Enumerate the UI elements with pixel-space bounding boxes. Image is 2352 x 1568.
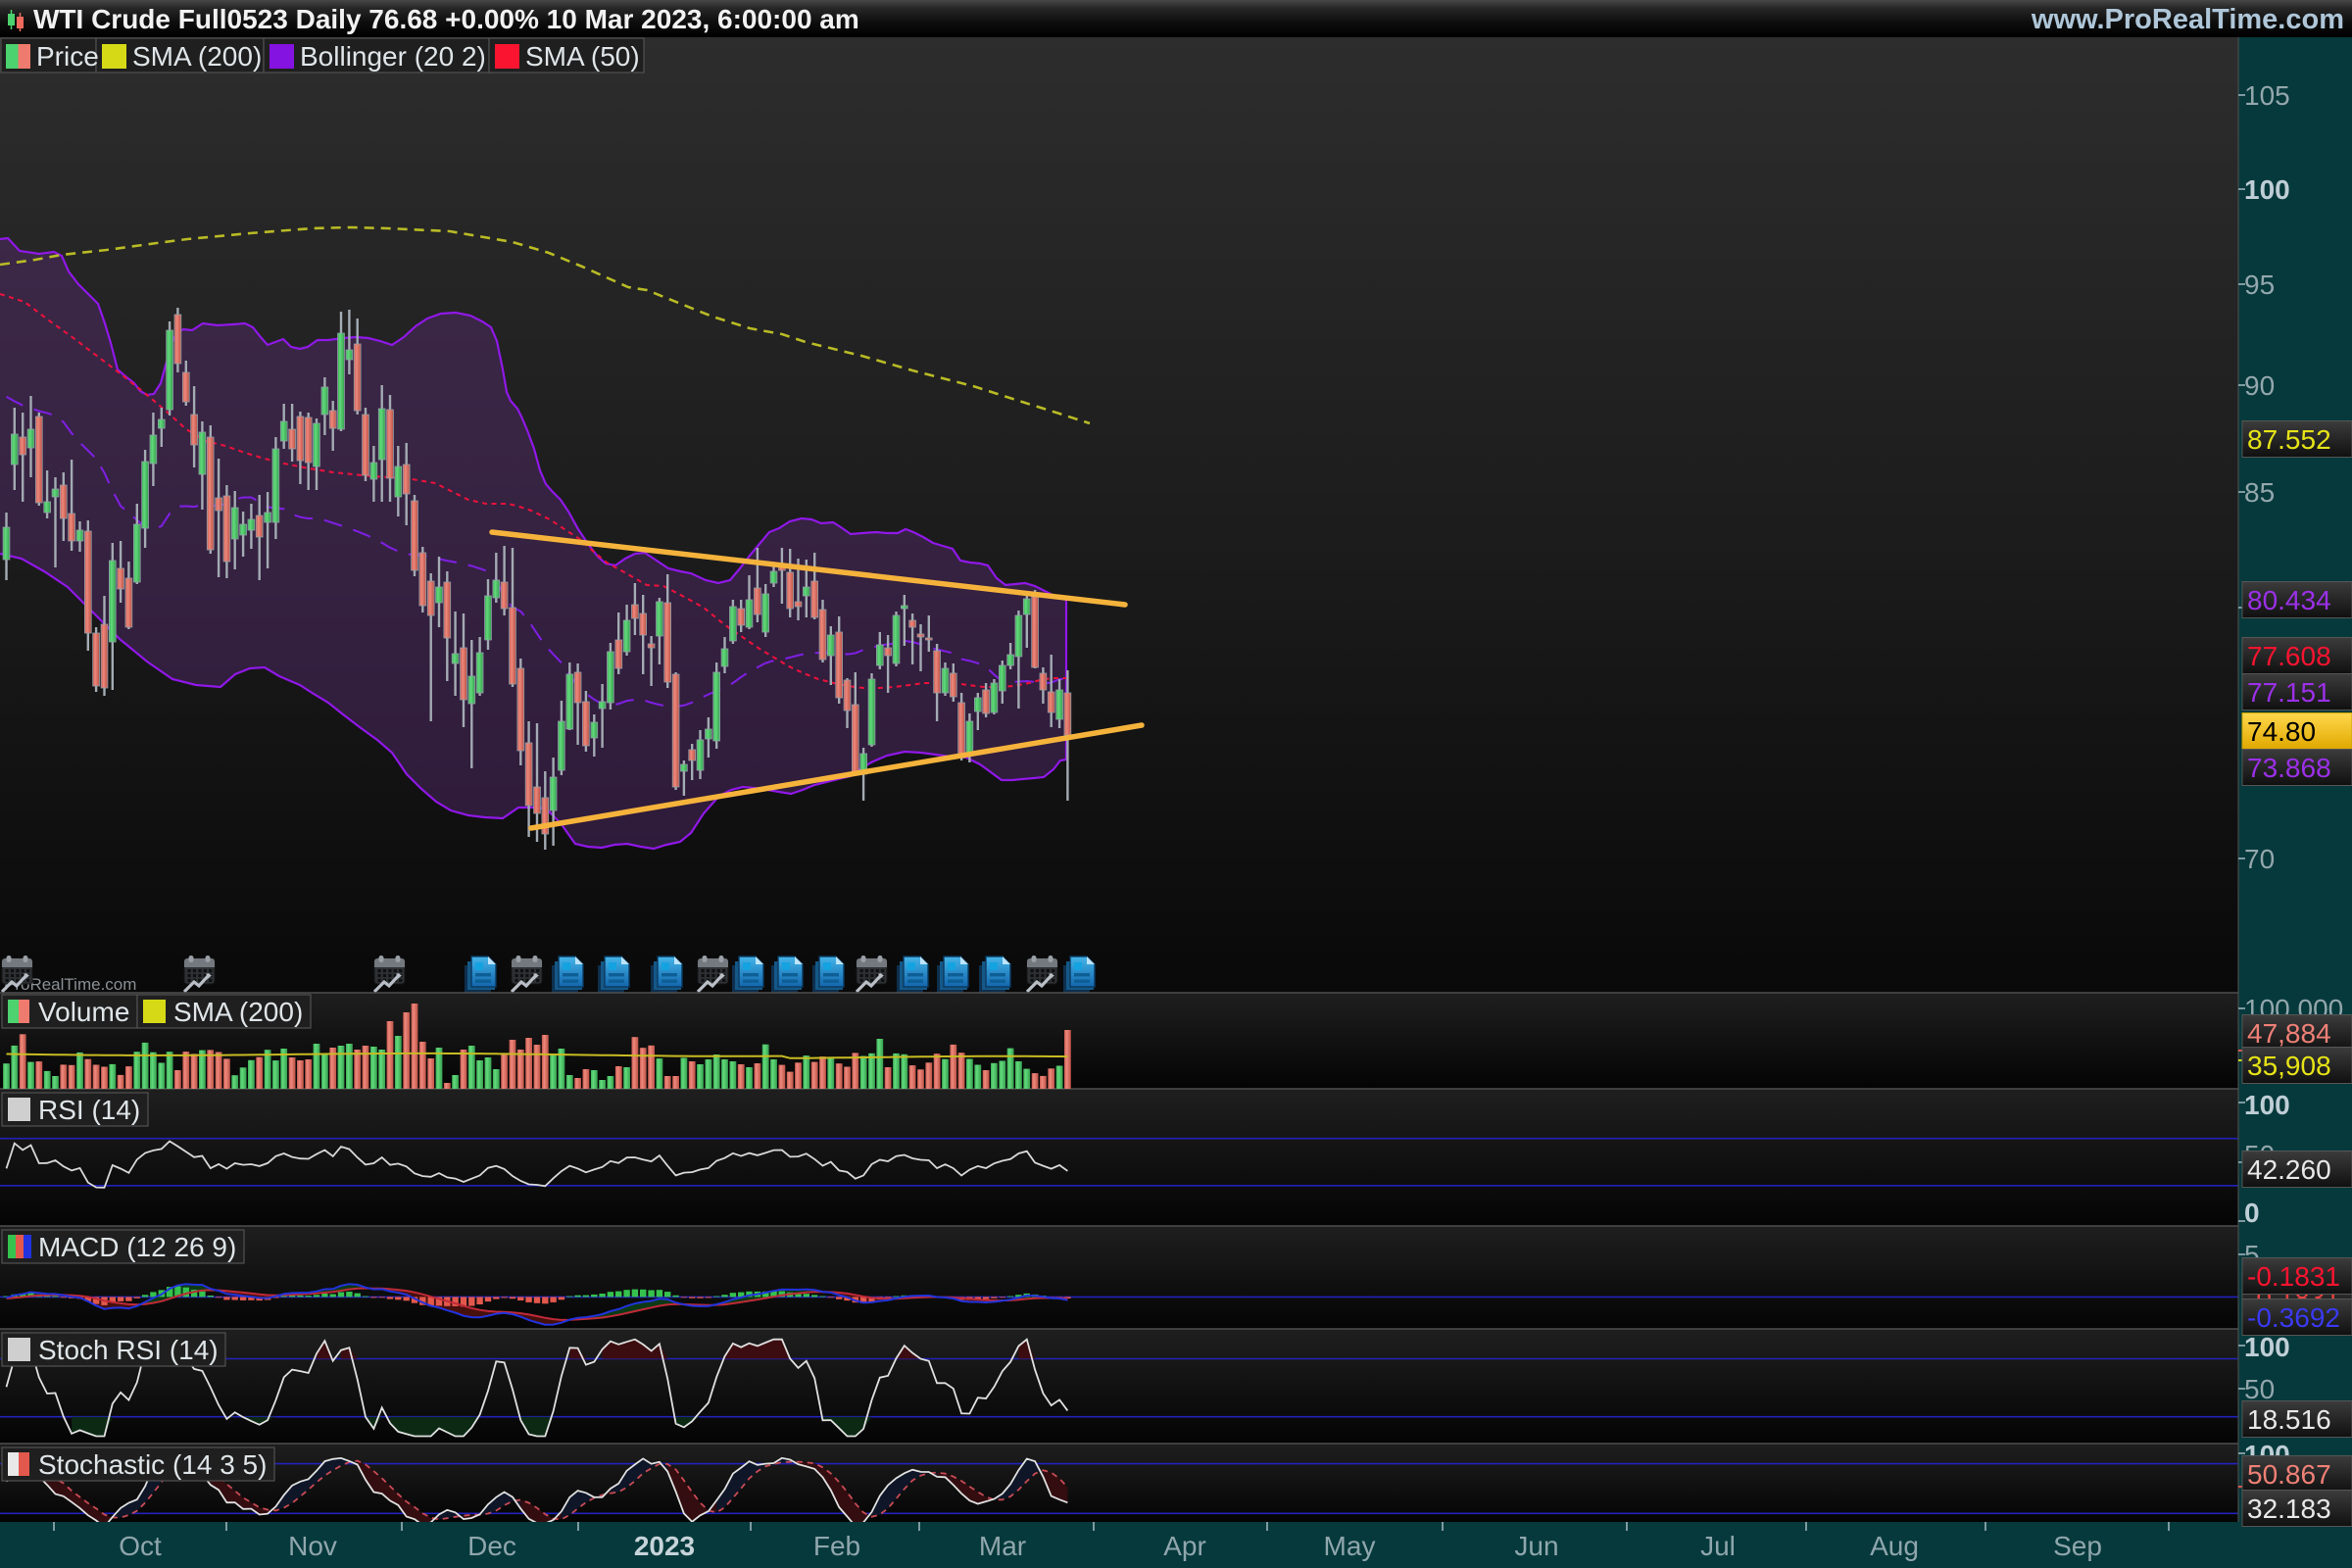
svg-text:105: 105 bbox=[2244, 80, 2290, 111]
svg-text:RSI (14): RSI (14) bbox=[38, 1095, 140, 1125]
svg-text:18.516: 18.516 bbox=[2247, 1404, 2331, 1435]
svg-text:Sep: Sep bbox=[2053, 1531, 2102, 1561]
svg-text:Nov: Nov bbox=[288, 1531, 337, 1561]
svg-text:80.434: 80.434 bbox=[2247, 585, 2331, 615]
svg-text:73.868: 73.868 bbox=[2247, 753, 2331, 783]
svg-text:100: 100 bbox=[2244, 1090, 2290, 1120]
svg-text:-0.1831: -0.1831 bbox=[2247, 1261, 2340, 1292]
svg-text:77.151: 77.151 bbox=[2247, 677, 2331, 708]
svg-text:Stochastic (14 3 5): Stochastic (14 3 5) bbox=[38, 1449, 267, 1480]
svg-text:MACD (12 26 9): MACD (12 26 9) bbox=[38, 1232, 236, 1262]
svg-text:WTI Crude Full0523 Daily 76.68: WTI Crude Full0523 Daily 76.68 +0.00% 10… bbox=[33, 4, 859, 34]
svg-text:Aug: Aug bbox=[1870, 1531, 1919, 1561]
svg-text:35,908: 35,908 bbox=[2247, 1051, 2331, 1081]
svg-text:Jul: Jul bbox=[1700, 1531, 1736, 1561]
svg-text:www.ProRealTime.com: www.ProRealTime.com bbox=[2031, 4, 2344, 35]
svg-text:95: 95 bbox=[2244, 270, 2275, 300]
svg-text:100: 100 bbox=[2244, 174, 2290, 205]
svg-text:Apr: Apr bbox=[1163, 1531, 1206, 1561]
svg-text:90: 90 bbox=[2244, 370, 2275, 401]
svg-text:Bollinger (20 2): Bollinger (20 2) bbox=[300, 41, 486, 72]
svg-text:0: 0 bbox=[2244, 1198, 2260, 1228]
svg-text:50: 50 bbox=[2244, 1374, 2275, 1404]
svg-text:77.608: 77.608 bbox=[2247, 641, 2331, 671]
svg-text:74.80: 74.80 bbox=[2247, 716, 2316, 747]
svg-text:50.867: 50.867 bbox=[2247, 1459, 2331, 1490]
svg-text:-0.3692: -0.3692 bbox=[2247, 1302, 2340, 1333]
svg-text:Jun: Jun bbox=[1514, 1531, 1558, 1561]
svg-text:SMA (200): SMA (200) bbox=[173, 997, 303, 1027]
svg-text:Dec: Dec bbox=[467, 1531, 516, 1561]
svg-text:32.183: 32.183 bbox=[2247, 1494, 2331, 1524]
svg-text:2023: 2023 bbox=[634, 1531, 695, 1561]
svg-text:87.552: 87.552 bbox=[2247, 424, 2331, 455]
svg-text:Volume: Volume bbox=[38, 997, 129, 1027]
svg-text:Price: Price bbox=[36, 41, 99, 72]
svg-text:47,884: 47,884 bbox=[2247, 1018, 2331, 1049]
svg-text:Oct: Oct bbox=[119, 1531, 162, 1561]
svg-text:Mar: Mar bbox=[979, 1531, 1026, 1561]
svg-text:Feb: Feb bbox=[813, 1531, 860, 1561]
svg-text:100: 100 bbox=[2244, 1332, 2290, 1362]
svg-text:85: 85 bbox=[2244, 477, 2275, 508]
svg-text:70: 70 bbox=[2244, 844, 2275, 874]
svg-text:42.260: 42.260 bbox=[2247, 1154, 2331, 1185]
svg-text:SMA (50): SMA (50) bbox=[525, 41, 640, 72]
svg-text:SMA (200): SMA (200) bbox=[132, 41, 262, 72]
svg-text:Stoch RSI (14): Stoch RSI (14) bbox=[38, 1335, 219, 1365]
svg-text:May: May bbox=[1324, 1531, 1376, 1561]
